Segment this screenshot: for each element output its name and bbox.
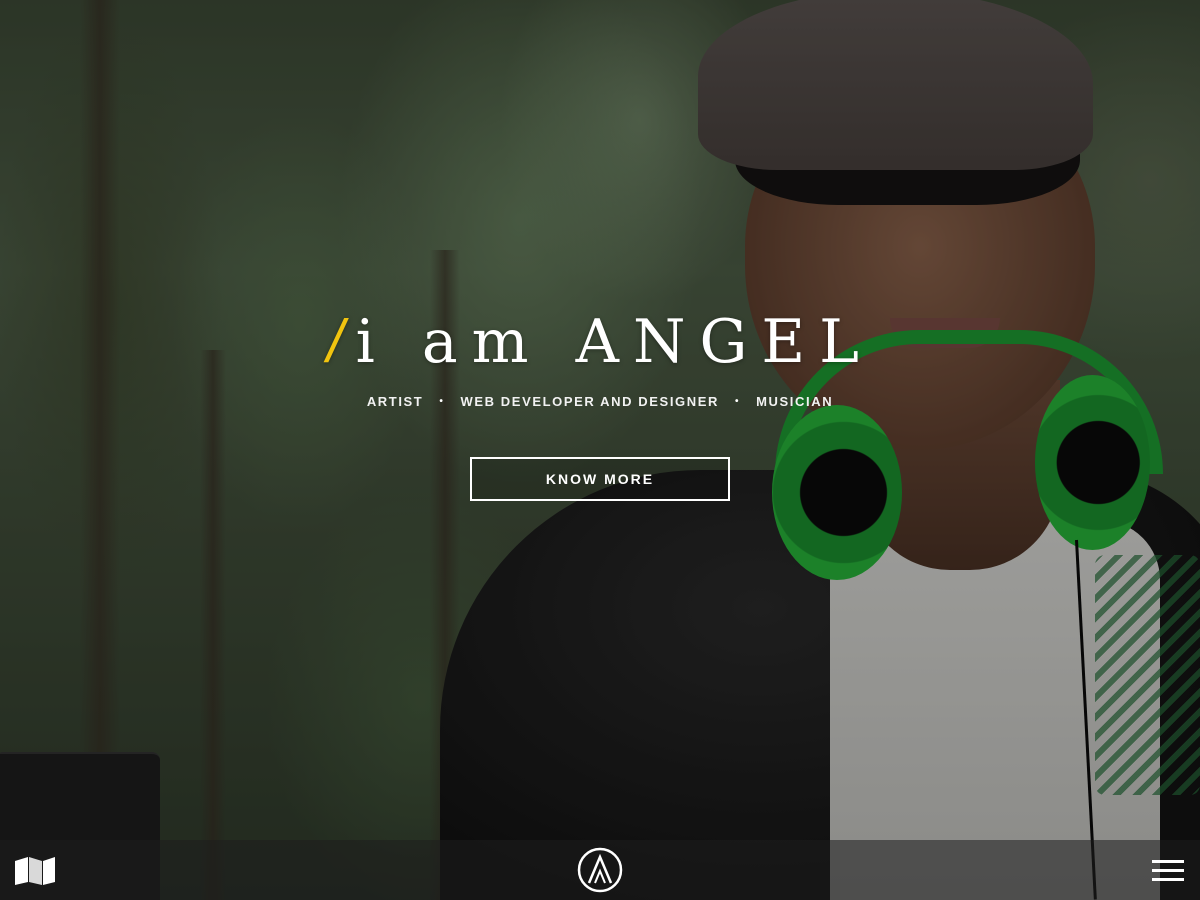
- role-item: ARTIST: [366, 394, 424, 409]
- role-separator: •: [735, 396, 741, 407]
- know-more-button[interactable]: KNOW MORE: [470, 457, 730, 501]
- logo-icon[interactable]: [577, 847, 623, 893]
- role-item: MUSICIAN: [756, 394, 834, 409]
- hero-section: / i am ANGEL ARTIST • WEB DEVELOPER AND D…: [0, 0, 1200, 900]
- hero-content: / i am ANGEL ARTIST • WEB DEVELOPER AND D…: [0, 300, 1200, 501]
- menu-icon[interactable]: [1152, 860, 1184, 882]
- map-icon[interactable]: [14, 856, 56, 886]
- role-separator: •: [439, 396, 445, 407]
- bottom-bar: [0, 840, 1200, 900]
- roles-list: ARTIST • WEB DEVELOPER AND DESIGNER • MU…: [0, 394, 1200, 409]
- page-title: / i am ANGEL: [0, 300, 1200, 384]
- title-slash-accent: /: [326, 308, 348, 375]
- title-text: i am ANGEL: [355, 307, 874, 377]
- role-item: WEB DEVELOPER AND DESIGNER: [460, 394, 719, 409]
